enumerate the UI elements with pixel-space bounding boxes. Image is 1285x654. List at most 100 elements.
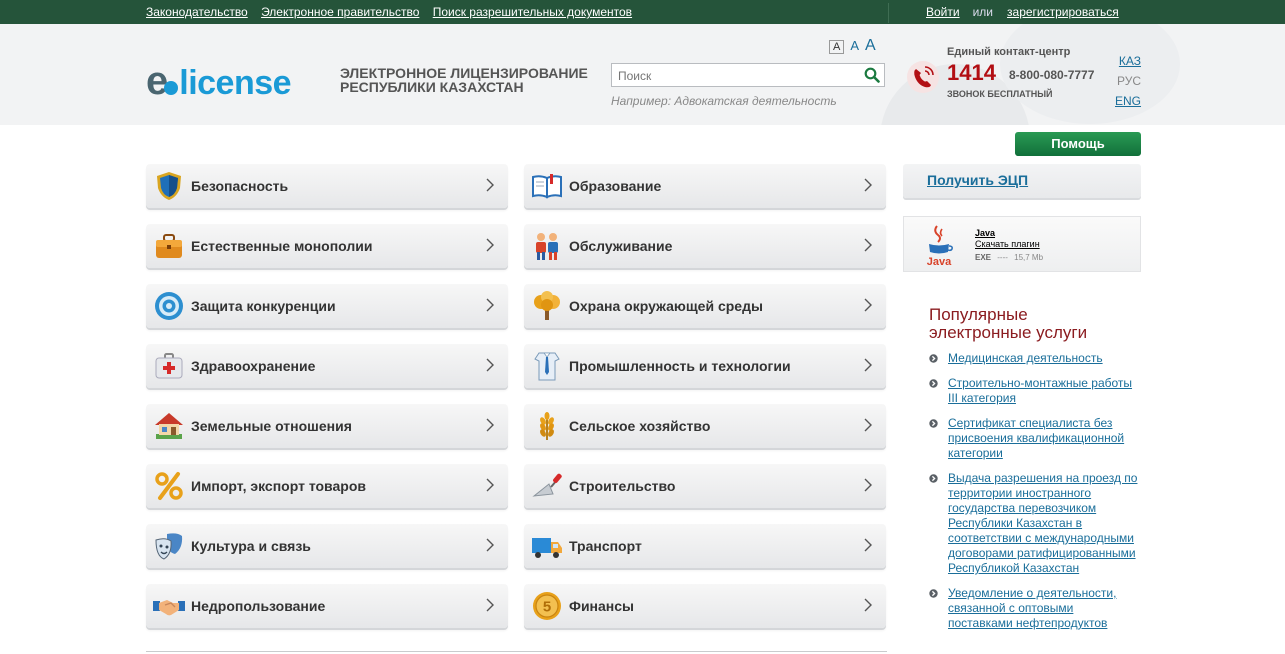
category-label: Естественные монополии [191,238,373,254]
top-links: Законодательство Электронное правительст… [146,5,642,19]
logo-license: license [179,64,292,102]
popular-service-link[interactable]: Сертификат специалиста без присвоения кв… [948,416,1124,460]
chevron-right-icon [486,598,494,612]
logo-dot-icon [164,81,179,95]
link-permit-search[interactable]: Поиск разрешительных документов [433,5,632,19]
truck-icon [532,538,562,558]
chevron-right-icon [864,178,872,192]
chevron-right-icon [864,298,872,312]
popular-service-link[interactable]: Строительно-монтажные работы III категор… [948,376,1132,405]
chevron-right-icon [486,238,494,252]
open-book-icon [532,174,562,199]
chevron-right-icon [486,358,494,372]
category-environment[interactable]: Охрана окружающей среды [524,284,886,328]
chevron-bullet-icon [929,474,938,483]
chevron-bullet-icon [929,589,938,598]
category-label: Финансы [569,598,634,614]
category-natural-monopolies[interactable]: Естественные монополии [146,224,508,268]
category-industry-technology[interactable]: Промышленность и технологии [524,344,886,388]
search-input[interactable] [616,65,860,87]
list-item: Строительно-монтажные работы III категор… [929,376,1141,406]
category-label: Недропользование [191,598,326,614]
java-file-size: 15,7 Mb [1014,253,1044,262]
category-label: Охрана окружающей среды [569,298,763,314]
font-size-large[interactable]: A [865,37,876,55]
chevron-right-icon [864,598,872,612]
phone-icon [907,61,939,93]
popular-service-link[interactable]: Выдача разрешения на проезд по территори… [948,471,1137,575]
category-label: Культура и связь [191,538,311,554]
get-ecp-link[interactable]: Получить ЭЦП [927,172,1028,188]
content-divider [146,651,887,652]
svg-text:5: 5 [543,599,551,616]
category-subsoil-use[interactable]: Недропользование [146,584,508,628]
contact-title: Единый контакт-центр [947,46,1071,58]
popular-service-link[interactable]: Медицинская деятельность [948,351,1103,365]
shield-icon [157,172,181,200]
popular-services-title: Популярные электронные услуги [929,306,1087,342]
category-finance[interactable]: 5 Финансы [524,584,886,628]
site-tagline: Электронное лицензирование Республики Ка… [340,66,588,94]
help-button[interactable]: Помощь [1015,132,1141,156]
top-bar-divider [888,3,889,23]
top-bar: Законодательство Электронное правительст… [0,0,1285,24]
link-egov[interactable]: Электронное правительство [261,5,419,19]
java-download-link[interactable]: Скачать плагин [975,239,1040,249]
category-import-export[interactable]: Импорт, экспорт товаров [146,464,508,508]
font-size-small[interactable]: A [829,40,845,54]
contact-long-number: 8-800-080-7777 [1009,68,1095,82]
popular-services-list: Медицинская деятельность Строительно-мон… [929,351,1141,641]
chevron-right-icon [864,478,872,492]
login-link[interactable]: Войти [926,5,960,19]
category-label: Транспорт [569,538,642,554]
search-box [611,63,885,87]
chevron-right-icon [486,478,494,492]
handshake-icon [153,600,185,616]
java-plugin-box: Java Java Скачать плагин EXE ---- 15,7 M… [903,216,1141,272]
list-item: Уведомление о деятельности, связанной с … [929,586,1141,631]
lang-eng[interactable]: ENG [1115,91,1141,111]
category-competition-protection[interactable]: Защита конкуренции [146,284,508,328]
category-culture-communication[interactable]: Культура и связь [146,524,508,568]
percent-icon [155,472,183,500]
people-icon [536,233,558,260]
category-label: Обслуживание [569,238,673,254]
category-construction[interactable]: Строительство [524,464,886,508]
coin-icon: 5 [533,592,561,620]
elicense-logo[interactable]: e license [146,59,292,103]
chevron-right-icon [486,538,494,552]
shirt-tie-icon [534,352,560,381]
chevron-bullet-icon [929,354,938,363]
link-legislation[interactable]: Законодательство [146,5,248,19]
register-link[interactable]: зарегистрироваться [1007,5,1119,19]
category-label: Образование [569,178,662,194]
category-education[interactable]: Образование [524,164,886,208]
java-name[interactable]: Java [975,228,995,238]
list-item: Сертификат специалиста без присвоения кв… [929,416,1141,461]
font-size-medium[interactable]: A [850,38,859,53]
category-service[interactable]: Обслуживание [524,224,886,268]
first-aid-icon [155,353,183,379]
category-label: Импорт, экспорт товаров [191,478,366,494]
chevron-right-icon [864,238,872,252]
chevron-right-icon [486,298,494,312]
category-land-relations[interactable]: Земельные отношения [146,404,508,448]
lang-kaz[interactable]: КАЗ [1115,51,1141,71]
list-item: Медицинская деятельность [929,351,1141,366]
category-label: Промышленность и технологии [569,358,791,374]
chevron-bullet-icon [929,419,938,428]
chevron-right-icon [864,538,872,552]
category-label: Здравоохранение [191,358,316,374]
lang-rus[interactable]: РУС [1115,71,1141,91]
category-healthcare[interactable]: Здравоохранение [146,344,508,388]
category-agriculture[interactable]: Сельское хозяйство [524,404,886,448]
category-transport[interactable]: Транспорт [524,524,886,568]
search-icon[interactable] [864,67,880,83]
popular-service-link[interactable]: Уведомление о деятельности, связанной с … [948,586,1116,630]
contact-free-call: ЗВОНОК БЕСПЛАТНЫЙ [947,89,1053,99]
font-size-switcher: AAA [829,37,882,55]
briefcase-icon [156,234,182,258]
category-security[interactable]: Безопасность [146,164,508,208]
java-file-type: EXE [975,253,992,262]
house-icon [155,413,183,439]
